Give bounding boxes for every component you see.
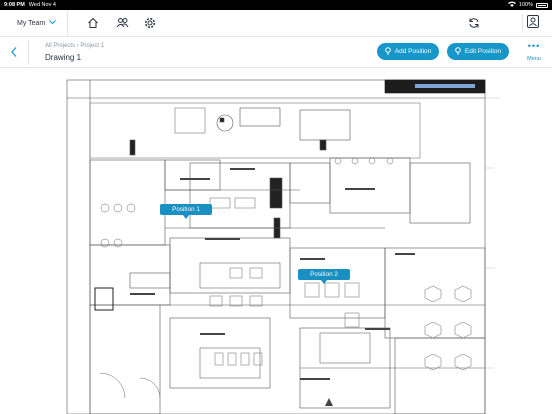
- pin-icon: [455, 46, 461, 57]
- top-navigation: My Team: [0, 9, 552, 37]
- position-marker-label: Position 2: [310, 271, 338, 278]
- team-selector[interactable]: My Team: [0, 9, 68, 37]
- drawing-canvas[interactable]: Position 1 Position 2: [0, 68, 552, 414]
- people-icon[interactable]: [114, 15, 130, 31]
- profile-icon: [526, 14, 539, 33]
- position-marker-2[interactable]: Position 2: [298, 269, 350, 284]
- page-title: Drawing 1: [45, 53, 82, 62]
- status-date: Wed Nov 4: [28, 2, 56, 8]
- chevron-down-icon: [49, 19, 57, 27]
- edit-position-label: Edit Position: [464, 48, 502, 55]
- status-bar: 9:08 PM Wed Nov 4 100%: [0, 0, 552, 10]
- status-time: 9:08 PM: [4, 2, 25, 8]
- menu-button[interactable]: ••• Menu: [522, 41, 546, 63]
- profile-button[interactable]: [522, 14, 542, 33]
- home-icon[interactable]: [85, 15, 101, 31]
- refresh-icon[interactable]: [466, 15, 482, 31]
- position-marker-label: Position 1: [172, 206, 200, 213]
- position-marker-1[interactable]: Position 1: [160, 204, 212, 219]
- battery-percent: 100%: [518, 2, 533, 8]
- wifi-icon: [507, 1, 516, 9]
- pin-icon: [384, 46, 391, 57]
- menu-label: Menu: [527, 56, 541, 62]
- gear-icon[interactable]: [142, 15, 158, 31]
- add-position-label: Add Position: [394, 48, 432, 55]
- battery-icon: [536, 2, 548, 8]
- edit-position-button[interactable]: Edit Position: [447, 43, 509, 60]
- breadcrumb[interactable]: All Projects › Project 1: [45, 43, 104, 49]
- floor-plan-drawing: [66, 79, 500, 414]
- drawing-header: All Projects › Project 1 Drawing 1 Add P…: [0, 37, 552, 68]
- divider: [28, 40, 29, 65]
- more-icon: •••: [527, 41, 541, 51]
- team-label: My Team: [17, 19, 46, 27]
- chevron-left-icon: [11, 44, 17, 62]
- add-position-button[interactable]: Add Position: [377, 43, 439, 60]
- back-button[interactable]: [6, 45, 22, 61]
